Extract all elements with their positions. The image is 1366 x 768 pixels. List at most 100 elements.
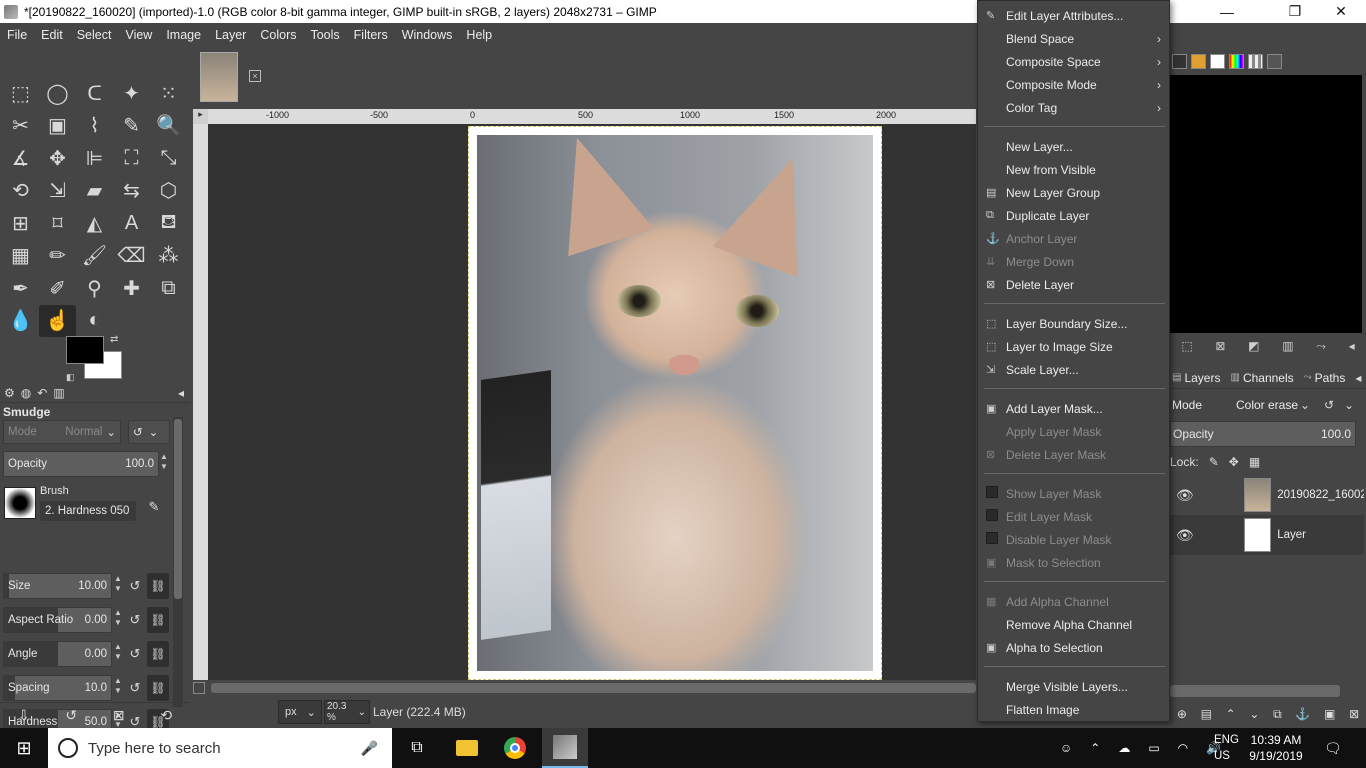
canvas-hscrollbar[interactable]: [193, 680, 976, 696]
dock-config-icon[interactable]: [1267, 53, 1282, 69]
bucket-fill-icon[interactable]: ⛾: [150, 207, 187, 240]
gradient-icon[interactable]: ▦: [2, 240, 39, 273]
undo-history-tab-icon[interactable]: ↶: [37, 386, 47, 400]
heal-icon[interactable]: ✚: [113, 272, 150, 305]
default-colors-icon[interactable]: ◧: [66, 372, 75, 383]
reset-icon[interactable]: ↺: [125, 576, 145, 596]
menu-item-edit-layer-attributes[interactable]: ✎ Edit Layer Attributes...: [978, 4, 1169, 27]
save-options-icon[interactable]: ⇩: [18, 707, 30, 724]
lock-pixels-icon[interactable]: ✎: [1209, 455, 1219, 469]
menu-help[interactable]: Help: [459, 28, 499, 42]
select-all-icon[interactable]: ⬚: [1181, 339, 1192, 359]
spacing-slider[interactable]: Spacing 10.0: [3, 675, 112, 701]
quick-mask-toggle[interactable]: [193, 682, 205, 694]
close-image-tab-icon[interactable]: ×: [249, 70, 261, 82]
menu-item-new-layer[interactable]: New Layer...: [978, 135, 1169, 158]
file-explorer-icon[interactable]: [444, 728, 490, 768]
grid-icon[interactable]: ▥: [1282, 339, 1293, 359]
clock[interactable]: 10:39 AM 9/19/2019: [1240, 732, 1312, 764]
mypaint-brush-icon[interactable]: ✐: [39, 272, 76, 305]
paintbrush-icon[interactable]: 🖌: [76, 240, 113, 273]
horizontal-ruler[interactable]: -1000 -500 0 500 1000 1500 2000: [208, 109, 976, 124]
lower-layer-icon[interactable]: ⌄: [1249, 707, 1259, 721]
mask-icon[interactable]: ▣: [1324, 707, 1335, 721]
layer-row-selected[interactable]: 👁 Layer: [1170, 515, 1364, 555]
layer-mode-select[interactable]: Color erase: [1232, 393, 1308, 417]
images-tab-icon[interactable]: ▥: [53, 386, 64, 400]
brush-chip-icon[interactable]: [1172, 53, 1187, 69]
mode-reset-dropdown[interactable]: ↺ ⌄: [128, 420, 170, 444]
opacity-stepper[interactable]: ▲ ▼: [159, 452, 169, 476]
canvas[interactable]: [208, 123, 976, 680]
measure-icon[interactable]: ∡: [2, 142, 39, 175]
scrollbar-thumb[interactable]: [174, 419, 182, 599]
menu-item-flatten-image[interactable]: Flatten Image: [978, 698, 1169, 721]
microphone-icon[interactable]: 🎤: [361, 740, 378, 757]
scissors-icon[interactable]: ✂: [2, 110, 39, 143]
menu-tools[interactable]: Tools: [303, 28, 346, 42]
visibility-eye-icon[interactable]: 👁: [1172, 527, 1198, 544]
reset-icon[interactable]: ↺: [125, 678, 145, 698]
new-layer-icon[interactable]: ⊕: [1177, 707, 1187, 721]
new-layer-group-icon[interactable]: ▤: [1201, 707, 1212, 721]
duplicate-layer-icon[interactable]: ⧉: [1273, 707, 1282, 722]
cage-icon[interactable]: ⌑: [39, 207, 76, 240]
link-icon[interactable]: ⛓: [147, 675, 169, 701]
airbrush-icon[interactable]: ⁂: [150, 240, 187, 273]
lock-alpha-icon[interactable]: ▦: [1249, 455, 1260, 469]
param-stepper[interactable]: ▲ ▼: [113, 574, 123, 598]
foreground-select-icon[interactable]: ▣: [39, 110, 76, 143]
menu-file[interactable]: File: [0, 28, 34, 42]
chrome-icon[interactable]: [492, 728, 538, 768]
notifications-icon[interactable]: 🗨: [1324, 728, 1342, 768]
tool-options-tab-icon[interactable]: ⚙: [4, 386, 15, 400]
unit-select[interactable]: px ⌄: [278, 700, 322, 724]
handle-transform-icon[interactable]: ◭: [76, 207, 113, 240]
swap-colors-icon[interactable]: ⇄: [110, 334, 118, 345]
move-icon[interactable]: ✥: [39, 142, 76, 175]
show-hidden-icons-icon[interactable]: ⌃: [1090, 741, 1100, 755]
layers-hscrollbar[interactable]: [1170, 685, 1340, 697]
brush-name-field[interactable]: 2. Hardness 050: [40, 501, 136, 521]
menu-item-alpha-to-selection[interactable]: ▣ Alpha to Selection: [978, 636, 1169, 659]
menu-item-composite-mode[interactable]: Composite Mode ›: [978, 73, 1169, 96]
device-status-tab-icon[interactable]: ◍: [21, 386, 31, 400]
gimp-taskbar-icon[interactable]: [542, 728, 588, 768]
clone-icon[interactable]: ⚲: [76, 272, 113, 305]
menu-colors[interactable]: Colors: [253, 28, 303, 42]
rotate-icon[interactable]: ⟲: [2, 175, 39, 208]
color-picker-icon[interactable]: ✎: [113, 110, 150, 143]
zoom-icon[interactable]: 🔍: [150, 110, 187, 143]
windows-start-icon[interactable]: ⊞: [0, 728, 48, 768]
ruler-corner-icon[interactable]: ▸: [193, 109, 208, 124]
menu-item-color-tag[interactable]: Color Tag ›: [978, 96, 1169, 119]
param-stepper[interactable]: ▲ ▼: [113, 608, 123, 632]
fuzzy-select-icon[interactable]: ✦: [113, 77, 150, 110]
perspective-icon[interactable]: ⬡: [150, 175, 187, 208]
dock-menu-icon[interactable]: ◂: [1349, 339, 1355, 359]
tab-layers[interactable]: ▤ Layers: [1172, 371, 1220, 385]
tab-menu-icon[interactable]: ◂: [1355, 371, 1361, 385]
link-icon[interactable]: ⛓: [147, 641, 169, 667]
gradient-chip-icon[interactable]: [1229, 53, 1244, 69]
onedrive-cloud-icon[interactable]: ☁: [1118, 741, 1130, 755]
opacity-slider[interactable]: Opacity 100.0: [3, 451, 159, 477]
cat-photo[interactable]: [477, 123, 873, 671]
ink-icon[interactable]: ✒: [2, 272, 39, 305]
menu-item-new-from-visible[interactable]: New from Visible: [978, 158, 1169, 181]
ellipse-select-icon[interactable]: ◯: [39, 77, 76, 110]
eraser-icon[interactable]: ⌫: [113, 240, 150, 273]
restore-button[interactable]: ❐: [1272, 0, 1318, 23]
menu-item-delete-layer[interactable]: ⊠ Delete Layer: [978, 273, 1169, 296]
blur-icon[interactable]: 💧: [2, 305, 39, 338]
unified-transform-icon[interactable]: ⤡: [150, 142, 187, 175]
reset-icon[interactable]: ↺: [125, 610, 145, 630]
smudge-icon[interactable]: ☝: [39, 304, 76, 337]
palette-chip-icon[interactable]: [1248, 53, 1263, 69]
reset-options-icon[interactable]: ⟲: [160, 707, 172, 724]
vertical-ruler[interactable]: [193, 124, 208, 680]
hscrollbar-thumb[interactable]: [211, 683, 976, 693]
task-view-icon[interactable]: ⧉: [394, 728, 440, 768]
menu-item-remove-alpha-channel[interactable]: Remove Alpha Channel: [978, 613, 1169, 636]
param-stepper[interactable]: ▲ ▼: [113, 642, 123, 666]
